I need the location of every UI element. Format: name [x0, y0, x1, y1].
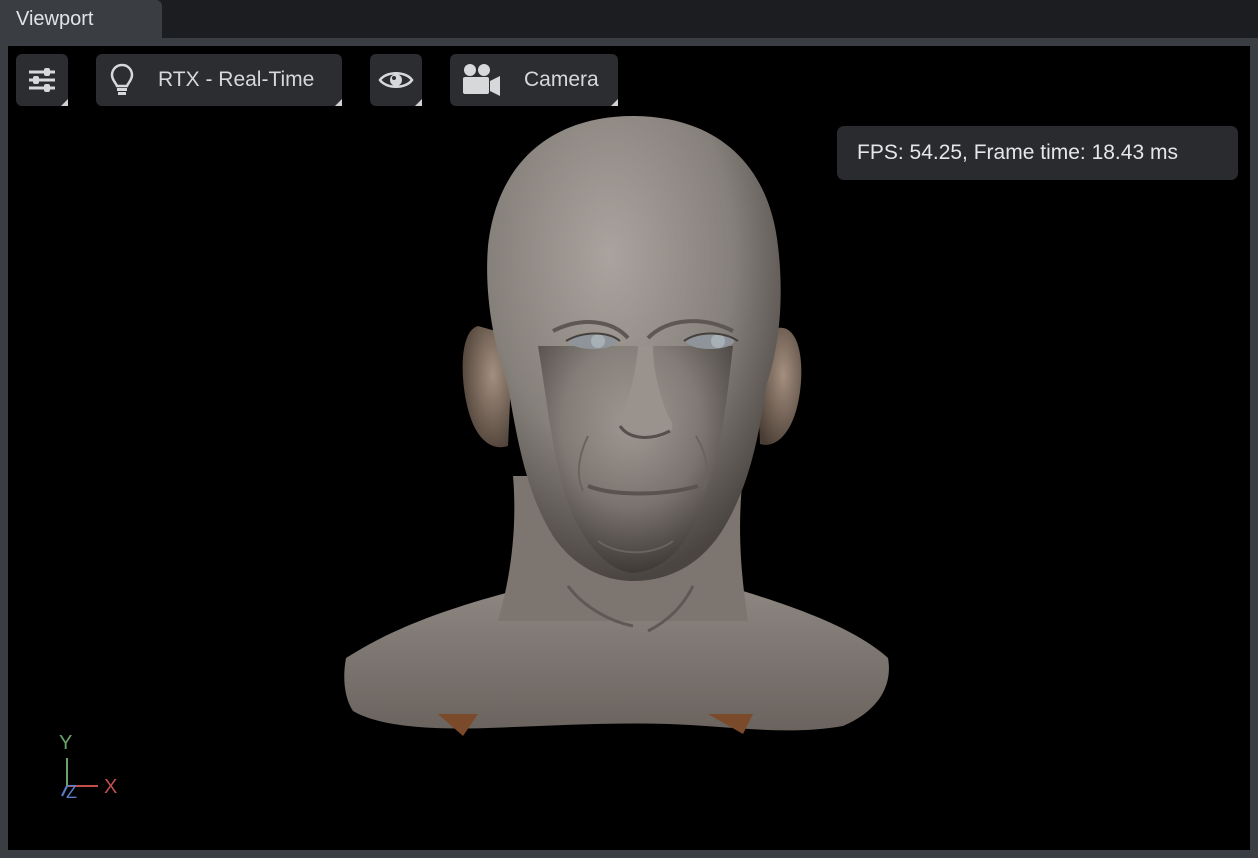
viewport-canvas[interactable]: RTX - Real-Time Camera FPS: 54.25, Frame…	[8, 46, 1250, 850]
viewport-settings-button[interactable]	[16, 54, 68, 106]
axis-x-label: X	[104, 776, 118, 798]
dropdown-corner-indicator	[61, 99, 68, 106]
lightbulb-icon	[110, 63, 134, 97]
axis-z-label: Z	[66, 782, 77, 802]
camera-label: Camera	[524, 68, 599, 91]
axis-gizmo: Y X Z	[56, 732, 136, 804]
dropdown-corner-indicator	[611, 99, 618, 106]
tab-bar: Viewport	[0, 0, 1258, 38]
dropdown-corner-indicator	[415, 99, 422, 106]
eye-icon	[378, 68, 414, 92]
visibility-button[interactable]	[370, 54, 422, 106]
sliders-icon	[27, 67, 57, 93]
fps-stats-overlay: FPS: 54.25, Frame time: 18.43 ms	[837, 126, 1238, 180]
tab-viewport[interactable]: Viewport	[0, 0, 162, 38]
dropdown-corner-indicator	[335, 99, 342, 106]
camera-select-button[interactable]: Camera	[450, 54, 618, 106]
axis-y-label: Y	[59, 732, 73, 754]
movie-camera-icon	[460, 62, 502, 98]
renderer-select-button[interactable]: RTX - Real-Time	[96, 54, 342, 106]
renderer-label: RTX - Real-Time	[158, 68, 315, 91]
